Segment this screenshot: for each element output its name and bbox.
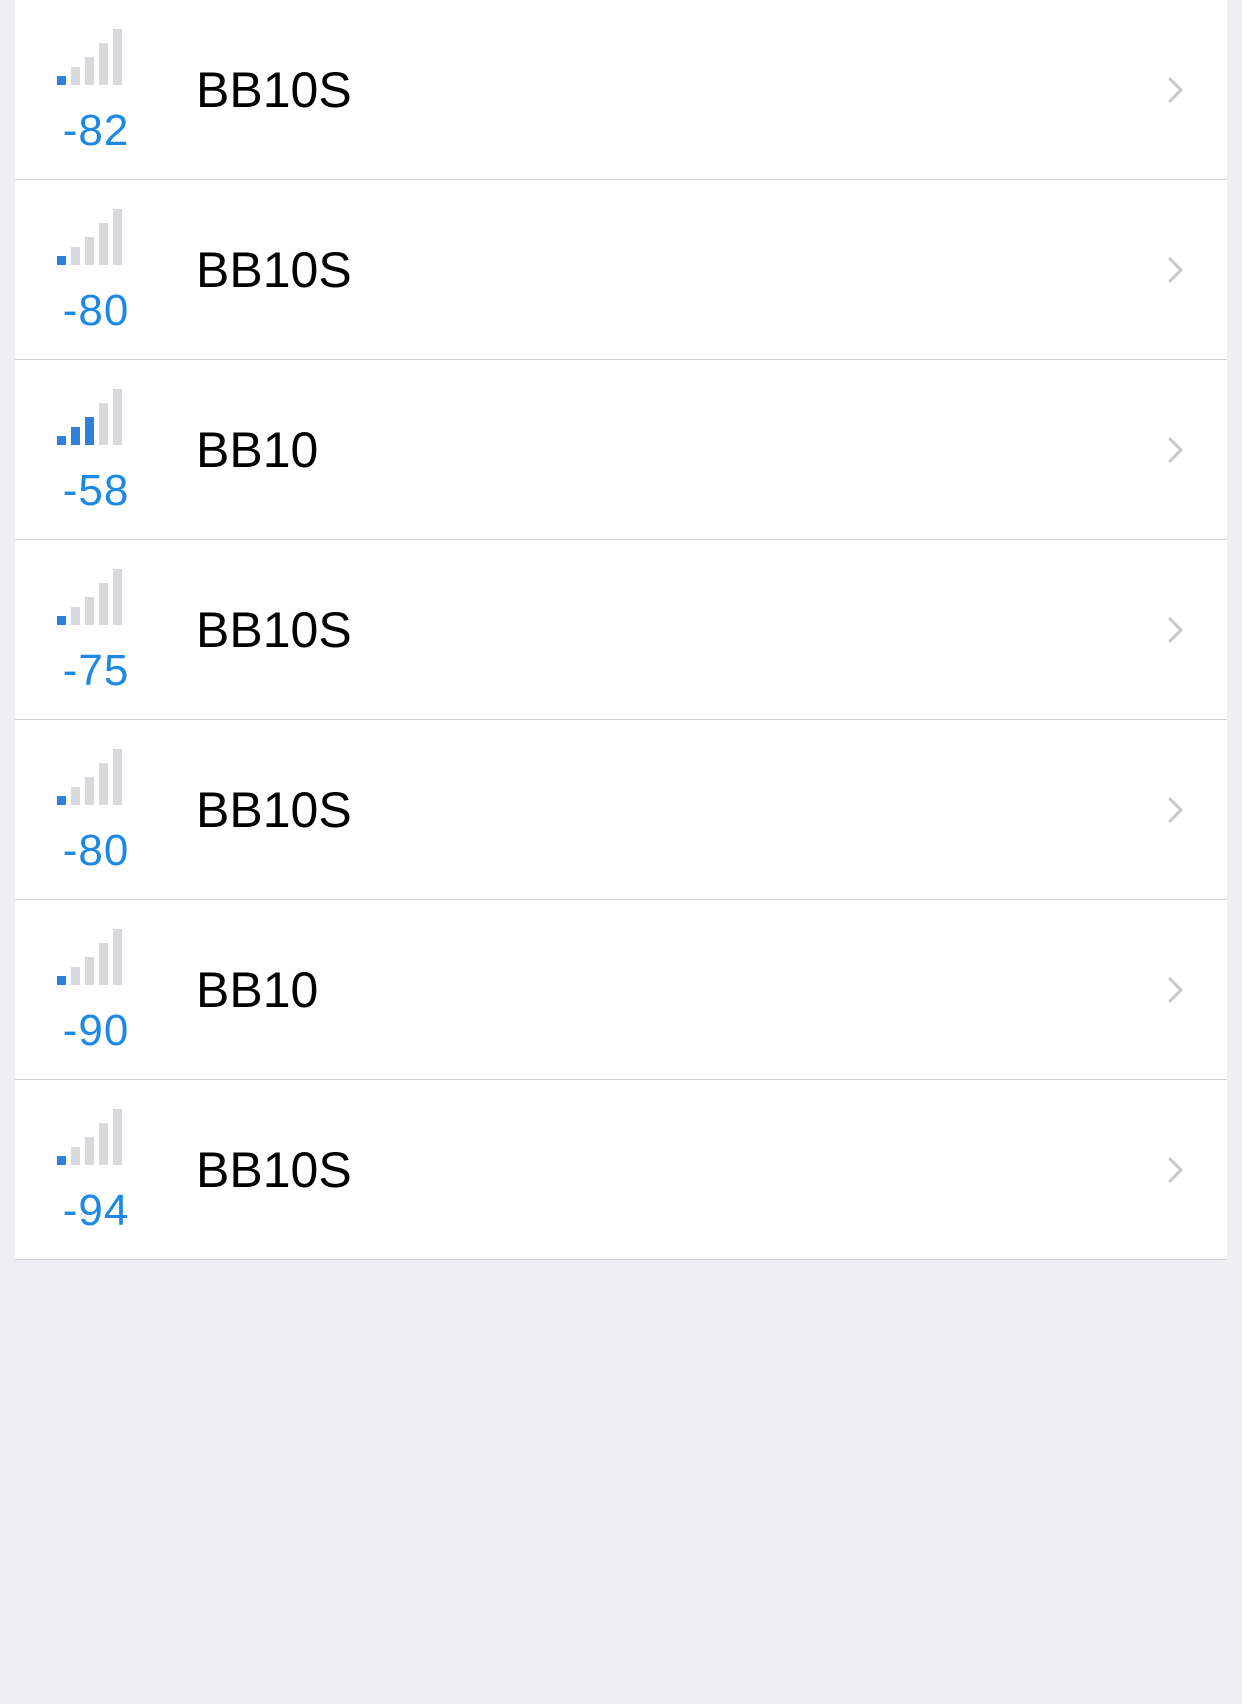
signal-indicator: -82 — [15, 0, 165, 179]
signal-bar — [71, 607, 80, 625]
signal-bar — [71, 67, 80, 85]
device-name: BB10 — [196, 422, 319, 478]
device-name: BB10S — [196, 1142, 352, 1198]
signal-bar — [113, 29, 122, 85]
signal-indicator: -94 — [15, 1080, 165, 1259]
device-name: BB10S — [196, 602, 352, 658]
device-row[interactable]: -75 BB10S — [15, 540, 1227, 720]
signal-bar — [85, 57, 94, 85]
signal-bar — [113, 389, 122, 445]
signal-strength-icon — [55, 29, 125, 85]
signal-bar — [57, 256, 66, 265]
signal-bar — [57, 796, 66, 805]
device-name: BB10S — [196, 62, 352, 118]
signal-bar — [71, 1147, 80, 1165]
chevron-right-icon — [1165, 435, 1187, 465]
rssi-value: -90 — [62, 1006, 130, 1055]
signal-strength-icon — [55, 209, 125, 265]
signal-bar — [113, 1109, 122, 1165]
device-name: BB10S — [196, 242, 352, 298]
signal-indicator: -80 — [15, 180, 165, 359]
signal-bar — [85, 237, 94, 265]
signal-bar — [57, 616, 66, 625]
signal-bar — [57, 1156, 66, 1165]
device-row[interactable]: -82 BB10S — [15, 0, 1227, 180]
signal-indicator: -75 — [15, 540, 165, 719]
signal-bar — [99, 223, 108, 265]
signal-bar — [71, 967, 80, 985]
device-list: -82 BB10S -80 BB10S -58 BB10 -75 BB10S -… — [15, 0, 1227, 1260]
signal-bar — [71, 787, 80, 805]
signal-bar — [99, 403, 108, 445]
signal-bar — [57, 436, 66, 445]
signal-bar — [85, 1137, 94, 1165]
signal-indicator: -80 — [15, 720, 165, 899]
rssi-value: -82 — [62, 106, 130, 155]
signal-bar — [85, 957, 94, 985]
signal-bar — [113, 209, 122, 265]
signal-bar — [71, 247, 80, 265]
chevron-right-icon — [1165, 75, 1187, 105]
signal-bar — [99, 763, 108, 805]
device-row[interactable]: -80 BB10S — [15, 720, 1227, 900]
signal-strength-icon — [55, 1109, 125, 1165]
signal-indicator: -90 — [15, 900, 165, 1079]
chevron-right-icon — [1165, 615, 1187, 645]
device-row[interactable]: -58 BB10 — [15, 360, 1227, 540]
device-row[interactable]: -90 BB10 — [15, 900, 1227, 1080]
signal-bar — [85, 597, 94, 625]
signal-indicator: -58 — [15, 360, 165, 539]
device-name: BB10 — [196, 962, 319, 1018]
signal-strength-icon — [55, 569, 125, 625]
signal-strength-icon — [55, 929, 125, 985]
device-row[interactable]: -94 BB10S — [15, 1080, 1227, 1260]
rssi-value: -80 — [62, 286, 130, 335]
signal-bar — [99, 943, 108, 985]
rssi-value: -94 — [62, 1186, 130, 1235]
rssi-value: -58 — [62, 466, 130, 515]
rssi-value: -75 — [62, 646, 130, 695]
rssi-value: -80 — [62, 826, 130, 875]
signal-bar — [71, 427, 80, 445]
signal-bar — [99, 43, 108, 85]
device-name: BB10S — [196, 782, 352, 838]
signal-bar — [99, 1123, 108, 1165]
signal-bar — [57, 76, 66, 85]
signal-bar — [113, 569, 122, 625]
chevron-right-icon — [1165, 795, 1187, 825]
device-row[interactable]: -80 BB10S — [15, 180, 1227, 360]
signal-bar — [57, 976, 66, 985]
signal-bar — [113, 929, 122, 985]
signal-strength-icon — [55, 749, 125, 805]
signal-bar — [99, 583, 108, 625]
signal-bar — [85, 417, 94, 445]
signal-bar — [113, 749, 122, 805]
chevron-right-icon — [1165, 1155, 1187, 1185]
signal-strength-icon — [55, 389, 125, 445]
chevron-right-icon — [1165, 255, 1187, 285]
chevron-right-icon — [1165, 975, 1187, 1005]
signal-bar — [85, 777, 94, 805]
